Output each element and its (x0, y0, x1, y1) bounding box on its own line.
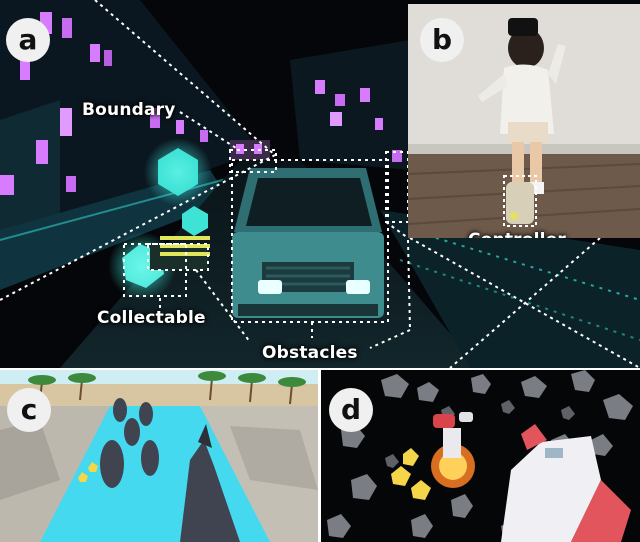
panel-b-badge: b (420, 18, 464, 62)
van-obstacle (232, 168, 384, 318)
panel-d-badge: d (329, 388, 373, 432)
panel-c-badge: c (7, 388, 51, 432)
collectable-label: Collectable (97, 308, 206, 328)
controller-label: Controller (468, 230, 566, 238)
panel-a-badge: a (6, 18, 50, 62)
panel-b-vr-user: b Controller (408, 4, 640, 238)
panel-c-dolphin-river: c (0, 370, 318, 542)
skateboard-controller (506, 182, 534, 224)
obstacles-label: Obstacles (262, 343, 358, 363)
space-asteroid-scene (321, 370, 640, 542)
dolphin-river-scene (0, 370, 318, 542)
panel-d-space-asteroids: d (321, 370, 640, 542)
boundary-label: Boundary (82, 100, 176, 120)
